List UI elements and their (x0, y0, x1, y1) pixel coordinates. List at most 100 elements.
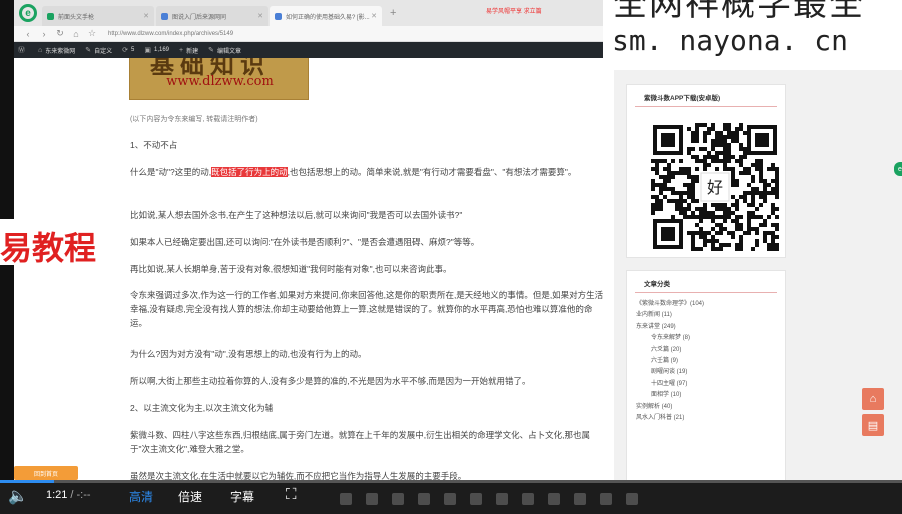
new-content-label: 新建 (186, 48, 199, 55)
tab-annotation: 易学风帽平享 求立篇 (486, 9, 542, 15)
tab-label: 如何正确的使用基础久易? [影... (286, 14, 370, 21)
quality-button[interactable]: 高清 (129, 488, 153, 505)
current-time: 1:21 (46, 489, 68, 501)
tab-favicon-icon (275, 12, 282, 20)
p1-text-after: ,也包括思想上的动。简单来说,就是"有行动才需要看盘"、"有想法才需要算"。 (287, 167, 577, 177)
app-widget-title: 紫微斗数APP下载(安卓版) (635, 85, 777, 107)
category-item[interactable]: 《紫微斗数命理学》(104) (636, 299, 785, 310)
category-item[interactable]: 实例解析 (40) (636, 402, 785, 413)
wp-logo-menu[interactable]: Ⓦ (18, 45, 28, 55)
edit-post-label: 编辑文章 (216, 48, 241, 55)
watermark-line-1: 全网祥概学最全 (613, 0, 865, 24)
progress-bar[interactable] (0, 480, 902, 483)
forward-icon[interactable]: › (36, 29, 52, 39)
comments-menu[interactable]: ▣ 1,169 (144, 46, 169, 54)
paragraph-5: 令东来强调过多次,作为这一行的工作者,如果对方来提问,你来回答他,这是你的职责所… (130, 290, 604, 328)
paragraph-9: 虽然是次主流文化,在生活中就要以它为辅佐,而不应把它当作为指导人生发展的主要手段… (130, 471, 467, 480)
category-item[interactable]: 令东来解梦 (8) (636, 333, 785, 344)
side-comment-button[interactable]: ▤ (862, 414, 884, 436)
tab-close-icon[interactable]: ✕ (371, 12, 377, 20)
progress-fill (0, 480, 55, 483)
p1-text-before: 什么是"动"?这里的动, (130, 167, 212, 177)
edge-float-icon[interactable]: e (894, 162, 902, 176)
tab-label: 图说入门后来源网同 (172, 14, 227, 21)
subtitle-button[interactable]: 字幕 (230, 488, 254, 505)
browser-logo-icon[interactable]: e (14, 0, 42, 26)
category-widget: 文章分类 《紫微斗数命理学》(104) 业内新闻 (11) 东来讲堂 (249) 令东… (626, 270, 786, 485)
app-download-widget: 紫微斗数APP下载(安卓版) 好 (626, 84, 786, 258)
browser-tab-3-active[interactable]: 如何正确的使用基础久易? [影... ✕ (270, 6, 382, 26)
wp-logo-icon: Ⓦ (18, 47, 25, 54)
speed-button[interactable]: 倍速 (178, 488, 202, 505)
category-item[interactable]: 风水入门科普 (21) (636, 413, 785, 424)
category-item[interactable]: 东来讲堂 (249) (636, 322, 785, 333)
new-content-menu[interactable]: + 新建 (179, 46, 198, 55)
section-heading-2: 2、以主流文化为主,以次主流文化为辅 (130, 403, 274, 413)
duration: -:-- (76, 489, 91, 501)
tab-label: 前面头文手枪 (58, 14, 95, 21)
time-separator: / (70, 489, 74, 501)
tab-favicon-icon (161, 12, 168, 20)
refresh-icon: ⟳ (122, 47, 129, 54)
tab-close-icon[interactable]: ✕ (257, 12, 263, 20)
category-item[interactable]: 剧曜闲谈 (19) (636, 367, 785, 378)
browser-tab-1[interactable]: 前面头文手枪 ✕ (42, 6, 154, 26)
plus-icon: + (179, 46, 184, 54)
comment-icon: ▤ (867, 419, 879, 432)
customize-menu[interactable]: ✎ 自定义 (85, 46, 112, 55)
article-banner-image: 基础知识 www.dlzww.com (129, 58, 309, 100)
browser-tab-2[interactable]: 图说入门后来源网同 ✕ (156, 6, 268, 26)
category-item[interactable]: 十四主曜 (97) (636, 379, 785, 390)
article-page: 基础知识 www.dlzww.com (以下内容为令东来编写, 转载请注明作者)… (14, 58, 614, 480)
paragraph-6: 为什么?因为对方没有"动",没有思想上的动,也没有行为上的动。 (130, 349, 367, 359)
category-item[interactable]: 面相学 (10) (636, 390, 785, 401)
side-home-button[interactable]: ⌂ (862, 388, 884, 410)
volume-icon[interactable]: 🔈 (8, 486, 28, 506)
pencil-icon: ✎ (208, 47, 214, 54)
paragraph-7: 所以啊,大街上那些主动拉着你算的人,没有多少是算的准的,不光是因为水平不够,而是… (130, 376, 531, 386)
address-bar: ‹ › ↻ ⌂ ☆ http://www.dlzww.com/index.php… (14, 26, 614, 42)
section-heading-1: 1、不动不占 (130, 140, 178, 150)
site-name-menu[interactable]: ⌂ 东来紫微网 (38, 46, 75, 55)
edit-post-menu[interactable]: ✎ 编辑文章 (208, 46, 241, 55)
paragraph-8: 紫微斗数、四柱八字这些东西,归根结底,属于旁门左道。就算在上千年的发展中,衍生出… (130, 430, 590, 454)
home-icon[interactable]: ⌂ (68, 29, 84, 39)
paragraph-3: 如果本人已经确定要出国,还可以询问:"在外读书是否顺利?"、"是否会遭遇阻碍、麻… (130, 237, 480, 247)
watermark-left-text: 易教程 (0, 229, 97, 267)
author-note: (以下内容为令东来编写, 转载请注明作者) (130, 116, 258, 123)
tab-close-icon[interactable]: ✕ (143, 12, 149, 20)
new-tab-button[interactable]: + (384, 7, 402, 19)
url-field[interactable]: http://www.dlzww.com/index.php/archives/… (108, 28, 408, 40)
tab-favicon-icon (47, 12, 54, 20)
qr-code-image[interactable]: 好 (651, 123, 779, 251)
refresh-icon[interactable]: ↻ (52, 28, 68, 39)
watermark-overlay-left: 易教程 (0, 219, 118, 267)
category-item[interactable]: 业内新闻 (11) (636, 310, 785, 321)
screen: e 前面头文手枪 ✕ 图说入门后来源网同 ✕ 如何正确的使用基础久易? [影..… (0, 0, 902, 514)
category-widget-title: 文章分类 (635, 271, 777, 293)
comment-icon: ▣ (144, 47, 151, 54)
banner-url: www.dlzww.com (166, 74, 274, 89)
home-icon: ⌂ (38, 46, 43, 54)
browser-tab-bar: e 前面头文手枪 ✕ 图说入门后来源网同 ✕ 如何正确的使用基础久易? [影..… (14, 0, 614, 26)
back-home-button[interactable]: 回到首页 (14, 466, 78, 480)
paragraph-1: 什么是"动"?这里的动,既包括了行为上的动,也包括思想上的动。简单来说,就是"有… (130, 165, 605, 179)
brush-icon: ✎ (85, 47, 92, 54)
paragraph-4: 再比如说,某人长期单身,苦于没有对象,很想知道"我何时能有对象",也可以来咨询此… (130, 264, 452, 274)
paragraph-2: 比如说,某人想去国外念书,在产生了这种想法以后,就可以来询问"我是否可以去国外读… (130, 210, 463, 220)
comments-count: 1,169 (153, 47, 169, 53)
taskbar-ghost (330, 486, 902, 512)
category-list: 《紫微斗数命理学》(104) 业内新闻 (11) 东来讲堂 (249) 令东来解梦 (… (627, 293, 785, 424)
star-icon[interactable]: ☆ (84, 28, 100, 39)
category-item[interactable]: 六壬篇 (9) (636, 356, 785, 367)
watermark-line-2: sm. nayona. cn (612, 24, 849, 57)
updates-menu[interactable]: ⟳ 5 (122, 46, 134, 54)
updates-count: 5 (131, 47, 135, 53)
customize-label: 自定义 (94, 48, 113, 55)
fullscreen-icon[interactable]: ⛶ (286, 486, 297, 503)
site-name-label: 东来紫微网 (45, 48, 76, 55)
wp-admin-bar: Ⓦ ⌂ 东来紫微网 ✎ 自定义 ⟳ 5 ▣ 1,169 + 新建 ✎ 编辑文章 (14, 42, 614, 58)
home-icon: ⌂ (869, 393, 877, 405)
back-icon[interactable]: ‹ (20, 29, 36, 39)
category-item[interactable]: 六爻篇 (20) (636, 345, 785, 356)
